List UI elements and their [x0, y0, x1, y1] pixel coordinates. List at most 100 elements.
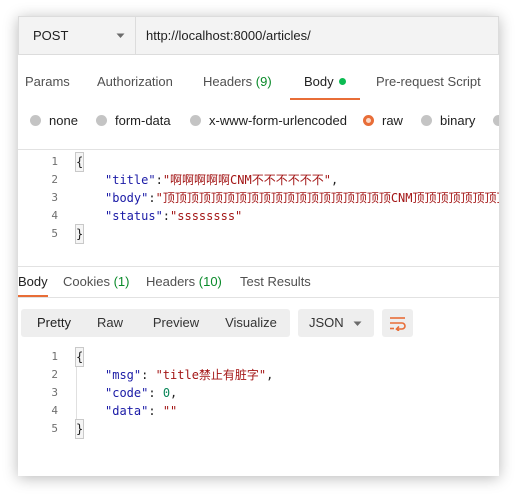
json-value: "ssssssss": [170, 209, 243, 223]
radio-circle: [96, 114, 107, 126]
radio-binary[interactable]: binary: [421, 109, 475, 131]
tab-params[interactable]: Params: [25, 72, 70, 100]
code-line: 5 }: [18, 224, 499, 244]
line-number: 2: [51, 173, 58, 186]
tab-label: Cookies: [63, 274, 110, 289]
tab-label: Params: [25, 74, 70, 89]
json-key: "code": [105, 386, 149, 400]
code-brace: {: [74, 152, 85, 172]
tab-headers[interactable]: Headers (9): [203, 72, 272, 100]
code-line: 3 "body":"顶顶顶顶顶顶顶顶顶顶顶顶顶顶顶顶顶顶顶CNM顶顶顶顶顶顶顶顶…: [18, 189, 499, 207]
tab-label: Body: [18, 274, 48, 289]
code-brace: }: [74, 224, 85, 244]
radio-circle: [190, 114, 201, 126]
code-text: "code": 0,: [105, 384, 177, 402]
radio-label: binary: [440, 112, 476, 128]
radio-x-www-form-urlencoded[interactable]: x-www-form-urlencoded: [190, 109, 347, 131]
code-text: "title":"啊啊啊啊啊CNM不不不不不不",: [105, 171, 338, 189]
code-brace: }: [74, 419, 85, 439]
json-value: 0: [162, 386, 171, 400]
url-bar: POST http://localhost:8000/articles/: [18, 16, 499, 55]
view-mode-preview[interactable]: Preview: [137, 309, 215, 337]
json-end: ,: [170, 386, 178, 400]
url-input[interactable]: http://localhost:8000/articles/: [135, 16, 499, 55]
radio-form-data[interactable]: form-data: [96, 109, 171, 131]
line-number: 4: [51, 404, 58, 417]
line-number: 5: [51, 422, 58, 435]
tab-label: Authorization: [97, 74, 173, 89]
tab-label: Headers: [146, 274, 196, 289]
code-line: 4 "status":"ssssssss": [18, 207, 499, 225]
json-value: "title禁止有脏字": [155, 368, 267, 382]
radio-circle: [421, 114, 432, 126]
radio-circle-selected: [363, 114, 374, 126]
response-body-editor[interactable]: 1 { 2 "msg": "title禁止有脏字", 3 "code": 0, …: [18, 347, 499, 440]
json-value: "": [162, 404, 178, 418]
code-line: 1 {: [18, 152, 499, 172]
method-label: POST: [33, 28, 69, 43]
line-number: 5: [51, 227, 58, 240]
code-line: 5 }: [18, 419, 499, 439]
radio-label: x-www-form-urlencoded: [209, 112, 347, 128]
body-modified-dot: [338, 78, 346, 86]
tab-response-headers[interactable]: Headers (10): [146, 273, 222, 297]
response-headers-count: (10): [198, 274, 222, 289]
code-line: 2 "title":"啊啊啊啊啊CNM不不不不不不",: [18, 171, 499, 189]
json-sep: :: [148, 386, 163, 400]
json-sep: :: [155, 173, 163, 187]
code-line: 4 "data": "": [18, 402, 499, 420]
code-line: 1 {: [18, 347, 499, 367]
headers-count: (9): [255, 74, 272, 89]
divider: [18, 297, 499, 298]
body-type-options: none form-data x-www-form-urlencoded raw…: [18, 109, 499, 131]
request-tabs: Params Authorization Headers (9) Body Pr…: [18, 72, 499, 100]
view-mode-pretty[interactable]: Pretty: [25, 309, 83, 337]
json-key: "status": [105, 209, 163, 223]
radio-circle: [30, 114, 41, 126]
radio-graphql[interactable]: [493, 109, 499, 131]
view-mode-label: Visualize: [225, 315, 277, 330]
view-mode-label: Preview: [152, 315, 200, 330]
tab-label: Headers: [203, 74, 253, 89]
wrap-lines-icon: [390, 317, 406, 331]
json-value: "顶顶顶顶顶顶顶顶顶顶顶顶顶顶顶顶顶顶顶CNM顶顶顶顶顶顶顶顶顶: [155, 191, 499, 205]
view-mode-label: Raw: [96, 315, 123, 330]
json-end: ,: [330, 173, 339, 187]
tab-test-results[interactable]: Test Results: [240, 273, 311, 297]
view-mode-visualize[interactable]: Visualize: [215, 309, 287, 337]
tab-response-body[interactable]: Body: [18, 273, 48, 297]
tab-authorization[interactable]: Authorization: [97, 72, 173, 100]
method-select[interactable]: POST: [18, 16, 135, 55]
tab-label: Pre-request Script: [376, 74, 481, 89]
chevron-down-icon: [116, 33, 125, 38]
line-number: 3: [51, 191, 58, 204]
tab-label: Test Results: [240, 274, 311, 289]
tab-body[interactable]: Body: [290, 72, 360, 100]
radio-none[interactable]: none: [30, 109, 78, 131]
code-brace: {: [74, 347, 85, 367]
radio-raw[interactable]: raw: [363, 109, 403, 131]
json-sep: :: [141, 368, 156, 382]
json-sep: :: [148, 404, 163, 418]
json-key: "body": [105, 191, 149, 205]
line-number: 4: [51, 209, 58, 222]
request-body-editor[interactable]: 1 { 2 "title":"啊啊啊啊啊CNM不不不不不不", 3 "body"…: [18, 149, 499, 267]
json-key: "data": [105, 404, 149, 418]
radio-label: form-data: [115, 112, 171, 128]
response-tabs: Body Cookies (1) Headers (10) Test Resul…: [18, 273, 499, 297]
wrap-lines-button[interactable]: [382, 309, 413, 337]
code-text: "data": "": [105, 402, 177, 420]
line-number: 1: [51, 350, 58, 363]
tab-label: Body: [304, 74, 334, 89]
code-text: "status":"ssssssss": [105, 207, 242, 225]
chevron-down-icon: [353, 321, 362, 326]
format-select[interactable]: JSON: [298, 309, 374, 337]
code-text: "body":"顶顶顶顶顶顶顶顶顶顶顶顶顶顶顶顶顶顶顶CNM顶顶顶顶顶顶顶顶顶: [105, 189, 499, 207]
postman-window: POST http://localhost:8000/articles/ Par…: [18, 16, 499, 476]
tab-pre-request-script[interactable]: Pre-request Script: [376, 72, 481, 100]
json-value: "啊啊啊啊啊CNM不不不不不不": [162, 173, 331, 187]
radio-circle: [493, 114, 499, 126]
view-mode-raw[interactable]: Raw: [83, 309, 137, 337]
tab-cookies[interactable]: Cookies (1): [63, 273, 129, 297]
view-mode-label: Pretty: [37, 315, 71, 330]
